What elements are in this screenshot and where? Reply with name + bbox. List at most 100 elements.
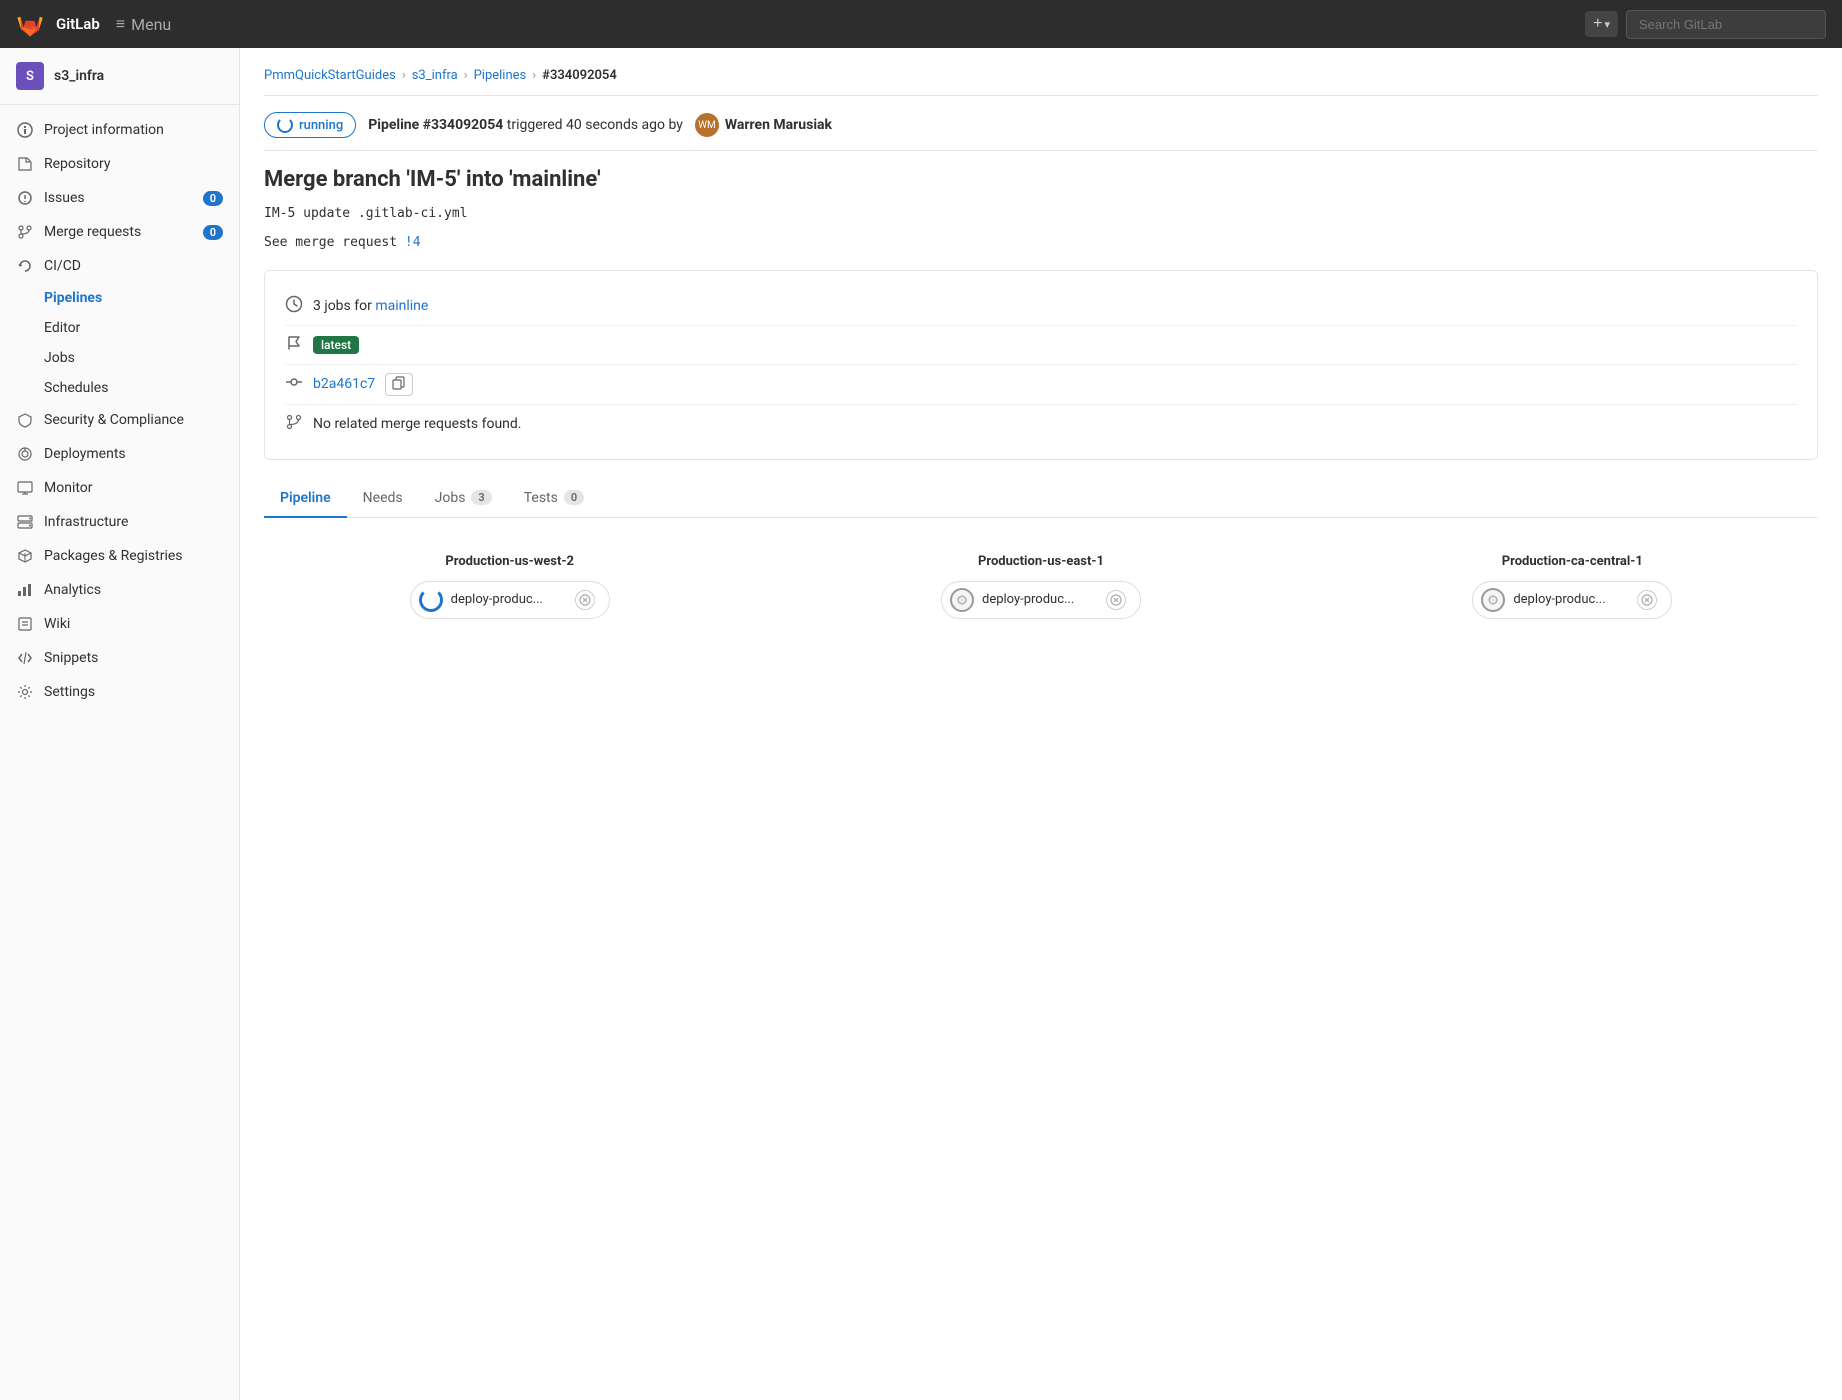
sidebar-item-wiki[interactable]: Wiki — [0, 607, 239, 641]
sidebar-item-cicd[interactable]: CI/CD — [0, 249, 239, 283]
project-avatar: S — [16, 62, 44, 90]
sidebar-nav: Project information Repository Issues 0 — [0, 105, 239, 717]
job-name-2: deploy-produc... — [982, 592, 1098, 607]
sidebar-item-packages-registries[interactable]: Packages & Registries — [0, 539, 239, 573]
menu-button[interactable]: ≡ Menu — [116, 14, 171, 34]
job-name-3: deploy-produc... — [1513, 592, 1629, 607]
job-cancel-button-2[interactable] — [1106, 590, 1126, 610]
pipeline-stage-1: Production-us-west-2 deploy-produc... — [264, 554, 755, 619]
pipeline-tabs: Pipeline Needs Jobs 3 Tests 0 — [264, 480, 1818, 518]
merge-requests-icon — [285, 413, 303, 435]
breadcrumb-link-project[interactable]: s3_infra — [412, 68, 458, 83]
pipeline-stage-3: Production-ca-central-1 deploy-produc... — [1327, 554, 1818, 619]
sidebar-item-issues[interactable]: Issues 0 — [0, 181, 239, 215]
breadcrumb-link-pipelines[interactable]: Pipelines — [474, 68, 527, 83]
running-spinner-icon — [277, 117, 293, 133]
global-search-input[interactable] — [1626, 10, 1826, 39]
pipeline-status-header: running Pipeline #334092054 triggered 40… — [264, 112, 1818, 151]
sidebar-item-deployments[interactable]: Deployments — [0, 437, 239, 471]
stage-3-label: Production-ca-central-1 — [1502, 554, 1643, 569]
commit-message: IM-5 update .gitlab-ci.yml See merge req… — [264, 204, 1818, 254]
breadcrumb-separator: › — [464, 68, 468, 83]
deploy-icon — [16, 445, 34, 463]
sidebar-item-label: CI/CD — [44, 258, 223, 274]
job-status-pending-icon — [950, 588, 974, 612]
commit-sha-link[interactable]: b2a461c7 — [313, 376, 375, 392]
top-navigation: GitLab ≡ Menu + ▾ — [0, 0, 1842, 48]
pipeline-title: Pipeline #334092054 triggered 40 seconds… — [368, 117, 683, 133]
jobs-count-badge: 3 — [471, 490, 491, 505]
sidebar-sub-item-schedules[interactable]: Schedules — [0, 373, 239, 403]
tab-pipeline[interactable]: Pipeline — [264, 480, 347, 518]
sidebar-item-label: Merge requests — [44, 224, 193, 240]
sidebar-item-label: Settings — [44, 684, 223, 700]
page-layout: S s3_infra Project information Repositor… — [0, 48, 1842, 1400]
issues-icon — [16, 189, 34, 207]
sidebar-item-label: Packages & Registries — [44, 548, 223, 564]
gitlab-logo[interactable] — [16, 10, 44, 38]
sidebar-item-merge-requests[interactable]: Merge requests 0 — [0, 215, 239, 249]
merge-request-link[interactable]: !4 — [405, 235, 421, 250]
sidebar-sub-item-editor[interactable]: Editor — [0, 313, 239, 343]
brand-name: GitLab — [56, 15, 100, 33]
sidebar-item-label: Snippets — [44, 650, 223, 666]
breadcrumb: PmmQuickStartGuides › s3_infra › Pipelin… — [264, 68, 1818, 96]
sidebar-item-project-information[interactable]: Project information — [0, 113, 239, 147]
job-cancel-button-1[interactable] — [575, 590, 595, 610]
sidebar-item-analytics[interactable]: Analytics — [0, 573, 239, 607]
tab-needs[interactable]: Needs — [347, 480, 419, 518]
main-content: PmmQuickStartGuides › s3_infra › Pipelin… — [240, 48, 1842, 1400]
pipeline-author: WM Warren Marusiak — [695, 113, 832, 137]
tests-count-badge: 0 — [564, 490, 584, 505]
job-card-1[interactable]: deploy-produc... — [410, 581, 610, 619]
pipeline-info-box: 3 jobs for mainline latest b2a461c7 — [264, 270, 1818, 460]
settings-icon — [16, 683, 34, 701]
stage-2-label: Production-us-east-1 — [978, 554, 1104, 569]
cicd-icon — [16, 257, 34, 275]
sidebar-sub-item-pipelines[interactable]: Pipelines — [0, 283, 239, 313]
job-status-pending-icon-3 — [1481, 588, 1505, 612]
sidebar-item-label: Wiki — [44, 616, 223, 632]
flag-icon — [285, 334, 303, 356]
copy-sha-button[interactable] — [385, 373, 413, 396]
sidebar-item-snippets[interactable]: Snippets — [0, 641, 239, 675]
sidebar-item-monitor[interactable]: Monitor — [0, 471, 239, 505]
breadcrumb-link-org[interactable]: PmmQuickStartGuides — [264, 68, 396, 83]
nav-actions: + ▾ — [1585, 10, 1826, 39]
sidebar-item-settings[interactable]: Settings — [0, 675, 239, 709]
tab-tests[interactable]: Tests 0 — [508, 480, 600, 518]
sidebar-item-label: Infrastructure — [44, 514, 223, 530]
commit-icon — [285, 373, 303, 395]
sidebar-item-label: Issues — [44, 190, 193, 206]
sidebar-item-label: Deployments — [44, 446, 223, 462]
pipeline-stage-2: Production-us-east-1 deploy-produc... — [795, 554, 1286, 619]
issues-badge: 0 — [203, 191, 223, 206]
sidebar: S s3_infra Project information Repositor… — [0, 48, 240, 1400]
shield-icon — [16, 411, 34, 429]
commit-title: Merge branch 'IM-5' into 'mainline' — [264, 167, 1818, 192]
stage-1-label: Production-us-west-2 — [445, 554, 574, 569]
sidebar-item-label: Analytics — [44, 582, 223, 598]
sidebar-item-repository[interactable]: Repository — [0, 147, 239, 181]
breadcrumb-current: #334092054 — [542, 68, 617, 83]
running-status-badge: running — [264, 112, 356, 138]
sidebar-item-infrastructure[interactable]: Infrastructure — [0, 505, 239, 539]
new-item-button[interactable]: + ▾ — [1585, 11, 1618, 37]
breadcrumb-separator: › — [532, 68, 536, 83]
sidebar-header: S s3_infra — [0, 48, 239, 105]
merge-icon — [16, 223, 34, 241]
repo-icon — [16, 155, 34, 173]
job-card-3[interactable]: deploy-produc... — [1472, 581, 1672, 619]
job-card-2[interactable]: deploy-produc... — [941, 581, 1141, 619]
job-cancel-button-3[interactable] — [1637, 590, 1657, 610]
pipeline-merge-row: No related merge requests found. — [285, 405, 1797, 443]
branch-link[interactable]: mainline — [375, 298, 428, 314]
sidebar-item-security-compliance[interactable]: Security & Compliance — [0, 403, 239, 437]
tab-jobs[interactable]: Jobs 3 — [419, 480, 508, 518]
sidebar-project-name: s3_infra — [54, 68, 104, 84]
sidebar-sub-item-jobs[interactable]: Jobs — [0, 343, 239, 373]
job-status-running-icon — [419, 588, 443, 612]
pipeline-sha-row: b2a461c7 — [285, 365, 1797, 405]
package-icon — [16, 547, 34, 565]
job-name-1: deploy-produc... — [451, 592, 567, 607]
